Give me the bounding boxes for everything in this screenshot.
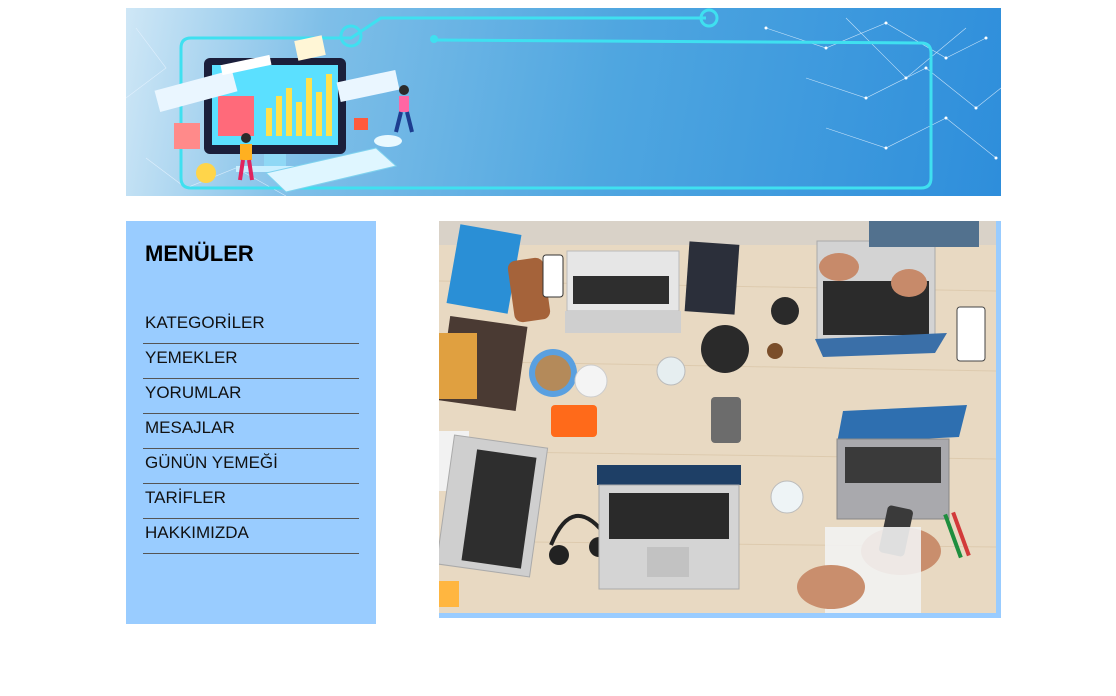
menu-link-mesajlar[interactable]: MESAJLAR	[145, 417, 359, 439]
sidebar-menu-list: KATEGORİLER YEMEKLER YORUMLAR MESAJLAR G…	[143, 309, 359, 554]
menu-item-tarifler: TARİFLER	[143, 484, 359, 519]
sidebar-menu: MENÜLER KATEGORİLER YEMEKLER YORUMLAR ME…	[126, 221, 376, 624]
main-photo	[439, 221, 1001, 618]
menu-item-yorumlar: YORUMLAR	[143, 379, 359, 414]
menu-item-hakkimizda: HAKKIMIZDA	[143, 519, 359, 554]
workspace-photo	[439, 221, 996, 613]
menu-item-mesajlar: MESAJLAR	[143, 414, 359, 449]
menu-link-gunun-yemegi[interactable]: GÜNÜN YEMEĞİ	[145, 452, 359, 474]
menu-item-yemekler: YEMEKLER	[143, 344, 359, 379]
menu-item-gunun-yemegi: GÜNÜN YEMEĞİ	[143, 449, 359, 484]
menu-link-yorumlar[interactable]: YORUMLAR	[145, 382, 359, 404]
banner-illustration	[126, 8, 1001, 196]
menu-link-yemekler[interactable]: YEMEKLER	[145, 347, 359, 369]
sidebar-title: MENÜLER	[145, 241, 254, 266]
menu-link-hakkimizda[interactable]: HAKKIMIZDA	[145, 522, 359, 544]
menu-item-kategoriler: KATEGORİLER	[143, 309, 359, 344]
menu-link-tarifler[interactable]: TARİFLER	[145, 487, 359, 509]
header-banner	[126, 8, 1001, 196]
menu-link-kategoriler[interactable]: KATEGORİLER	[145, 312, 359, 334]
